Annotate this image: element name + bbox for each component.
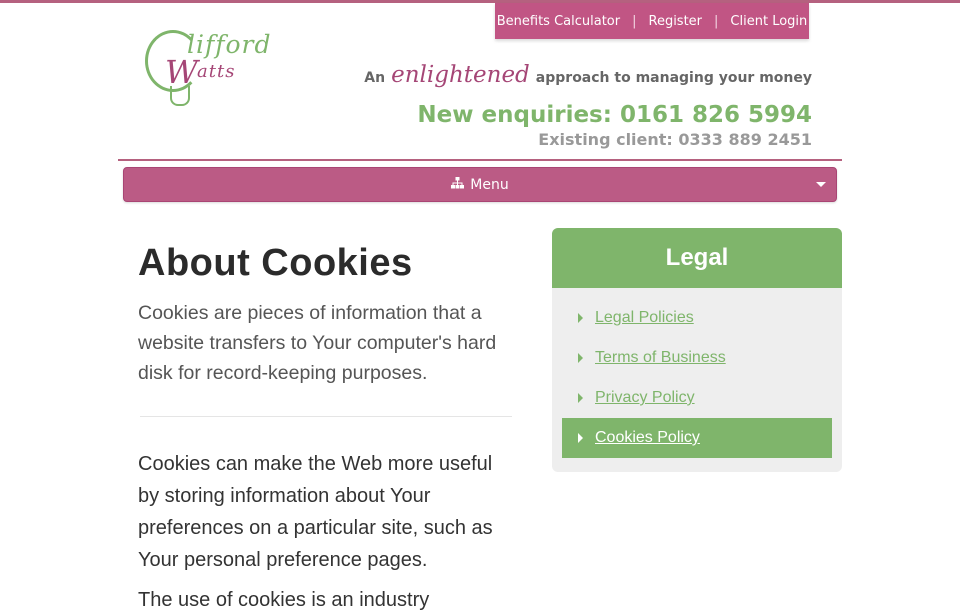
sidebar-nav: Legal Policies Terms of Business Privacy… — [552, 288, 842, 458]
sidebar-item-label: Privacy Policy — [595, 389, 695, 406]
header-divider — [118, 159, 842, 161]
caret-right-icon — [578, 313, 583, 323]
separator: | — [714, 13, 719, 29]
sidebar-item-terms-of-business[interactable]: Terms of Business — [562, 338, 832, 378]
sidebar-item-label: Cookies Policy — [595, 429, 700, 446]
site-logo[interactable]: lifford W atts — [145, 30, 275, 110]
logo-text-clifford: lifford — [187, 30, 272, 59]
caret-down-icon — [816, 182, 826, 187]
sidebar-item-cookies-policy[interactable]: Cookies Policy — [562, 418, 832, 458]
tagline: An enlightened approach to managing your… — [364, 62, 812, 88]
tagline-suffix: approach to managing your money — [535, 70, 812, 86]
tagline-script-word: enlightened — [391, 62, 530, 88]
caret-right-icon — [578, 353, 583, 363]
caret-right-icon — [578, 393, 583, 403]
menu-toggle-button[interactable]: Menu — [123, 167, 837, 202]
logo-initial-w: W — [165, 53, 198, 91]
sidebar-item-privacy-policy[interactable]: Privacy Policy — [562, 378, 832, 418]
page-title: About Cookies — [138, 242, 413, 284]
legal-sidebar: Legal Legal Policies Terms of Business P… — [552, 228, 842, 472]
client-login-link[interactable]: Client Login — [730, 14, 807, 29]
register-link[interactable]: Register — [649, 14, 703, 29]
caret-right-icon — [578, 433, 583, 443]
tagline-prefix: An — [364, 70, 386, 86]
body-paragraph: The use of cookies is an industry — [138, 589, 430, 611]
top-border — [0, 0, 960, 3]
content-divider — [140, 416, 512, 417]
lead-paragraph: Cookies are pieces of information that a… — [138, 302, 497, 384]
menu-label: Menu — [470, 176, 509, 193]
sitemap-icon — [451, 177, 465, 192]
benefits-calculator-link[interactable]: Benefits Calculator — [497, 14, 620, 29]
sidebar-title: Legal — [552, 228, 842, 288]
separator: | — [632, 13, 637, 29]
sidebar-item-label: Terms of Business — [595, 349, 726, 366]
logo-text-watts: atts — [197, 61, 236, 82]
body-paragraph: Cookies can make the Web more useful by … — [138, 453, 493, 571]
top-links-bar: Benefits Calculator | Register | Client … — [495, 3, 809, 39]
new-enquiries-phone: New enquiries: 0161 826 5994 — [417, 102, 812, 128]
sidebar-item-label: Legal Policies — [595, 309, 694, 326]
existing-client-phone: Existing client: 0333 889 2451 — [538, 130, 812, 149]
sidebar-item-legal-policies[interactable]: Legal Policies — [562, 298, 832, 338]
